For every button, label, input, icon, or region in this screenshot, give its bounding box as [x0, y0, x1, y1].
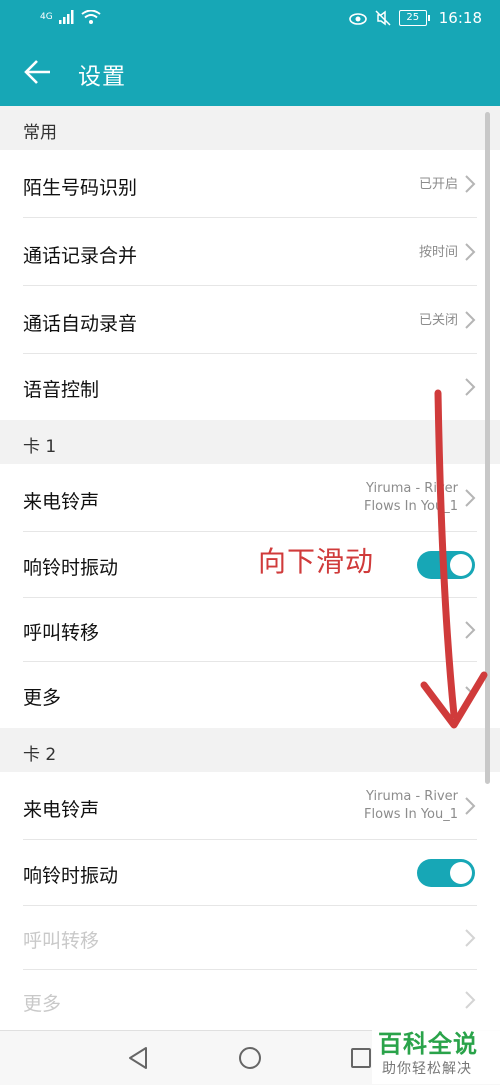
- watermark: 百科全说 助你轻松解决: [372, 1020, 500, 1084]
- row-label: 通话记录合并: [23, 245, 138, 267]
- toggle-knob: [450, 862, 472, 884]
- page-title: 设置: [78, 64, 126, 90]
- row-label: 来电铃声: [23, 491, 100, 513]
- back-arrow-icon[interactable]: [22, 56, 54, 88]
- nav-home-icon[interactable]: [237, 1045, 263, 1071]
- row-label: 呼叫转移: [23, 622, 100, 644]
- ringtone-line2: Flows In You_1: [364, 807, 458, 822]
- section-header-common: 常用: [0, 106, 500, 150]
- watermark-title: 百科全说: [378, 1030, 478, 1058]
- app-bar: 设置: [0, 38, 500, 106]
- row-label: 呼叫转移: [23, 930, 100, 952]
- row-value: Yiruma - River Flows In You_1: [364, 788, 458, 824]
- scroll-down-annotation: 向下滑动: [258, 545, 375, 578]
- eye-comfort-icon: [348, 13, 367, 25]
- chevron-right-icon: [465, 797, 476, 815]
- status-bar: 4G 25 16:18: [0, 0, 500, 38]
- vibrate-toggle-sim2[interactable]: [417, 859, 475, 887]
- row-label: 语音控制: [23, 379, 100, 401]
- nav-recents-icon[interactable]: [348, 1045, 374, 1071]
- chevron-right-icon: [465, 311, 476, 329]
- row-label: 通话自动录音: [23, 313, 138, 335]
- signal-icon: [58, 10, 74, 24]
- status-right: 25 16:18: [348, 9, 482, 27]
- row-value: 已关闭: [418, 313, 458, 328]
- row-value: 按时间: [418, 245, 458, 260]
- chevron-right-icon: [465, 991, 476, 1009]
- chevron-right-icon: [465, 175, 476, 193]
- watermark-subtitle: 助你轻松解决: [382, 1061, 472, 1077]
- row-label: 更多: [23, 993, 62, 1015]
- row-label: 响铃时振动: [23, 865, 119, 887]
- status-time: 16:18: [438, 9, 482, 27]
- row-sim2-call-forwarding: 呼叫转移: [0, 906, 500, 970]
- row-stranger-number-id[interactable]: 陌生号码识别 已开启: [0, 150, 500, 218]
- battery-icon: 25: [398, 10, 430, 26]
- row-sim2-vibrate[interactable]: 响铃时振动: [0, 840, 500, 906]
- row-label: 响铃时振动: [23, 557, 119, 579]
- network-type: 4G: [40, 12, 53, 22]
- chevron-right-icon: [465, 243, 476, 261]
- row-label: 更多: [23, 687, 62, 709]
- row-call-log-merge[interactable]: 通话记录合并 按时间: [0, 218, 500, 286]
- chevron-right-icon: [465, 929, 476, 947]
- nav-back-icon[interactable]: [126, 1045, 152, 1071]
- mute-icon: [375, 10, 391, 26]
- down-arrow-annotation-icon: [420, 389, 488, 729]
- row-label: 来电铃声: [23, 799, 100, 821]
- row-sim2-ringtone[interactable]: 来电铃声 Yiruma - River Flows In You_1: [0, 772, 500, 840]
- ringtone-line1: Yiruma - River: [366, 789, 458, 804]
- row-value: 已开启: [418, 177, 458, 192]
- row-auto-record[interactable]: 通话自动录音 已关闭: [0, 286, 500, 354]
- wifi-icon: [81, 10, 101, 24]
- row-label: 陌生号码识别: [23, 177, 138, 199]
- status-left: 4G: [40, 10, 101, 24]
